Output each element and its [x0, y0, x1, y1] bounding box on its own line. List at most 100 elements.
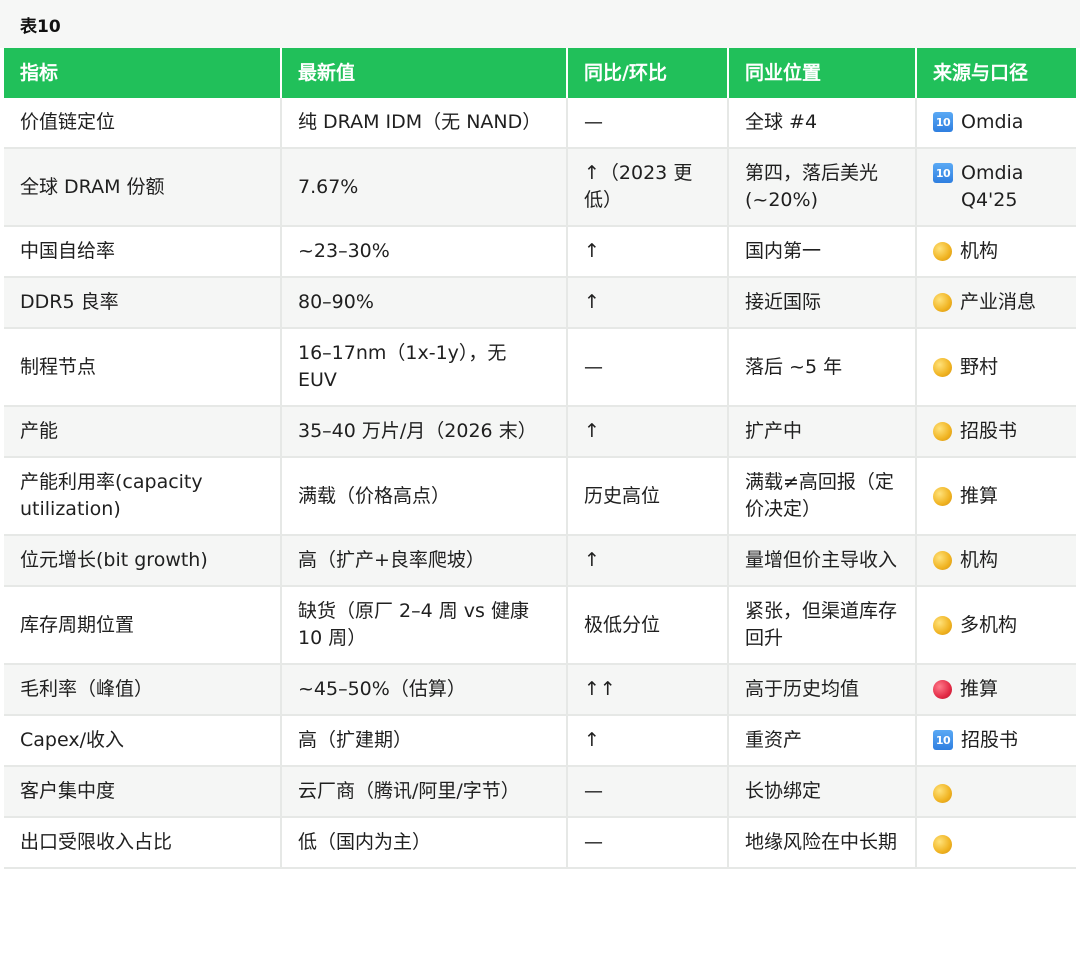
source-wrapper: 多机构 [933, 612, 1060, 639]
source-cell: 10 Omdia Q4'25 [916, 148, 1076, 227]
metric-cell: 毛利率（峰值） [4, 664, 282, 716]
table-row: 毛利率（峰值） ~45–50%（估算） ↑↑ 高于历史均值 推算 [4, 664, 1076, 716]
source-cell: 产业消息 [916, 277, 1076, 329]
table-row: 库存周期位置 缺货（原厂 2–4 周 vs 健康 10 周） 极低分位 紧张，但渠道库… [4, 586, 1076, 665]
table-row: 制程节点 16–17nm（1x-1y），无 EUV — 落后 ~5 年 野村 [4, 328, 1076, 407]
change-cell: — [567, 328, 729, 407]
red-circle-icon [933, 680, 952, 699]
change-cell: 极低分位 [567, 586, 729, 665]
source-label: Omdia Q4'25 [961, 162, 1024, 211]
source-cell: 野村 [916, 328, 1076, 407]
source-label: 野村 [960, 355, 999, 378]
header-row: 指标 最新值 同比/环比 同业位置 来源与口径 [4, 48, 1076, 98]
latest-value-cell: 云厂商（腾讯/阿里/字节） [281, 766, 568, 818]
table-row: 中国自给率 ~23–30% ↑ 国内第一 机构 [4, 226, 1076, 278]
source-wrapper [933, 831, 1060, 854]
header-yoy-qoq: 同比/环比 [567, 48, 729, 98]
keycap-10-icon: 10 [933, 112, 953, 132]
change-cell: — [567, 98, 729, 149]
latest-value-cell: 16–17nm（1x-1y），无 EUV [281, 328, 568, 407]
source-wrapper: 机构 [933, 238, 1060, 265]
latest-value-cell: ~23–30% [281, 226, 568, 278]
latest-value-cell: 35–40 万片/月（2026 末） [281, 406, 568, 458]
peer-position-cell: 长协绑定 [728, 766, 917, 818]
metric-cell: 产能利用率(capacity utilization) [4, 457, 282, 536]
peer-position-cell: 国内第一 [728, 226, 917, 278]
latest-value-cell: 80–90% [281, 277, 568, 329]
peer-position-cell: 高于历史均值 [728, 664, 917, 716]
yellow-circle-icon [933, 293, 952, 312]
source-label: 多机构 [960, 613, 1018, 636]
peer-position-cell: 地缘风险在中长期 [728, 817, 917, 869]
yellow-circle-icon [933, 835, 952, 854]
source-cell: 多机构 [916, 586, 1076, 665]
peer-position-cell: 紧张，但渠道库存回升 [728, 586, 917, 665]
metric-cell: 全球 DRAM 份额 [4, 148, 282, 227]
metrics-table: 指标 最新值 同比/环比 同业位置 来源与口径 价值链定位纯 DRAM IDM（… [4, 48, 1076, 869]
metric-cell: 出口受限收入占比 [4, 817, 282, 869]
source-cell: 10 Omdia [916, 98, 1076, 149]
metric-cell: 价值链定位 [4, 98, 282, 149]
source-label: 产业消息 [960, 291, 1037, 313]
change-cell: ↑（2023 更低） [567, 148, 729, 227]
peer-position-cell: 全球 #4 [728, 98, 917, 149]
peer-position-cell: 扩产中 [728, 406, 917, 458]
table-row: 全球 DRAM 份额 7.67% ↑（2023 更低） 第四，落后美光 (~20%) 1… [4, 148, 1076, 227]
peer-position-cell: 重资产 [728, 715, 917, 767]
peer-position-cell: 落后 ~5 年 [728, 328, 917, 407]
yellow-circle-icon [933, 486, 952, 506]
source-cell: 推算 [916, 457, 1076, 536]
change-cell: — [567, 766, 729, 818]
change-cell: ↑↑ [567, 664, 729, 716]
keycap-10-icon: 10 [933, 730, 953, 750]
change-cell: ↑ [567, 277, 729, 329]
metric-cell: DDR5 良率 [4, 277, 282, 329]
header-metric: 指标 [4, 48, 282, 98]
peer-position-cell: 量增但价主导收入 [728, 535, 917, 587]
source-wrapper [933, 780, 1060, 803]
source-cell: 机构 [916, 226, 1076, 278]
source-cell [916, 766, 1076, 818]
header-peer-position: 同业位置 [728, 48, 917, 98]
source-wrapper: 10 Omdia [933, 109, 1060, 136]
source-label: 招股书 [961, 729, 1019, 751]
latest-value-cell: 低（国内为主） [281, 817, 568, 869]
latest-value-cell: 缺货（原厂 2–4 周 vs 健康 10 周） [281, 586, 568, 665]
table-row: 位元增长(bit growth) 高（扩产+良率爬坡） ↑ 量增但价主导收入 机构 [4, 535, 1076, 587]
yellow-circle-icon [933, 615, 952, 635]
source-label: 机构 [960, 549, 999, 571]
latest-value-cell: 满载（价格高点） [281, 457, 568, 536]
yellow-circle-icon [933, 551, 952, 570]
metric-cell: 中国自给率 [4, 226, 282, 278]
change-cell: ↑ [567, 406, 729, 458]
latest-value-cell: 7.67% [281, 148, 568, 227]
table-row: 出口受限收入占比 低（国内为主） — 地缘风险在中长期 [4, 817, 1076, 869]
source-wrapper: 招股书 [933, 418, 1060, 445]
peer-position-cell: 接近国际 [728, 277, 917, 329]
yellow-circle-icon [933, 422, 952, 441]
source-label: 推算 [960, 678, 999, 700]
metric-cell: 产能 [4, 406, 282, 458]
source-cell: 10 招股书 [916, 715, 1076, 767]
metric-cell: Capex/收入 [4, 715, 282, 767]
table-row: Capex/收入 高（扩建期） ↑ 重资产 10 招股书 [4, 715, 1076, 767]
source-wrapper: 产业消息 [933, 289, 1060, 316]
change-cell: ↑ [567, 226, 729, 278]
table-row: 客户集中度 云厂商（腾讯/阿里/字节） — 长协绑定 [4, 766, 1076, 818]
table-row: 产能 35–40 万片/月（2026 末） ↑ 扩产中 招股书 [4, 406, 1076, 458]
source-label: 推算 [960, 484, 999, 507]
source-cell: 机构 [916, 535, 1076, 587]
metric-cell: 制程节点 [4, 328, 282, 407]
table-row: 价值链定位纯 DRAM IDM（无 NAND） — 全球 #4 10 Omdia [4, 98, 1076, 149]
source-wrapper: 10 招股书 [933, 727, 1060, 754]
peer-position-cell: 满载≠高回报（定价决定） [728, 457, 917, 536]
header-source: 来源与口径 [916, 48, 1076, 98]
table-container: 指标 最新值 同比/环比 同业位置 来源与口径 价值链定位纯 DRAM IDM（… [0, 48, 1080, 869]
change-cell: 历史高位 [567, 457, 729, 536]
source-wrapper: 机构 [933, 547, 1060, 574]
source-wrapper: 10 Omdia Q4'25 [933, 160, 1060, 214]
keycap-10-icon: 10 [933, 163, 953, 183]
latest-value-cell: 高（扩建期） [281, 715, 568, 767]
source-label: 机构 [960, 240, 999, 262]
source-cell [916, 817, 1076, 869]
